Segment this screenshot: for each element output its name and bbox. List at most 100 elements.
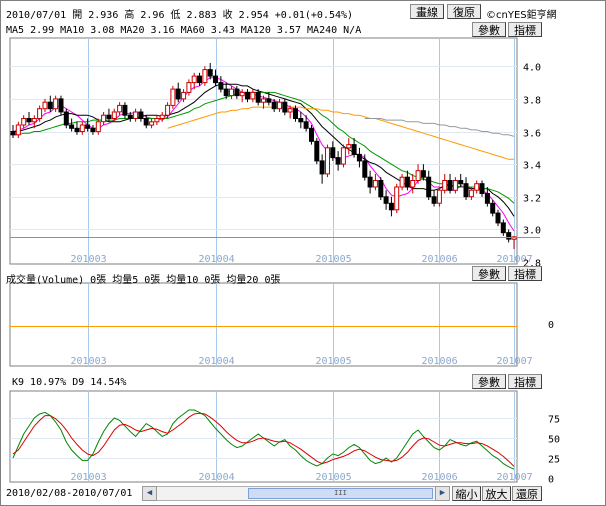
candle-body [106,114,112,119]
date-range-label: 2010/02/08-2010/07/01 [6,488,133,499]
x-tick-label: 201005 [316,254,352,265]
candle-body [101,114,107,123]
candle-body [207,69,213,77]
candle-body [175,88,181,100]
scroll-thumb[interactable]: III [248,488,433,499]
chart-canvas: 201003 201004 201005 201006 201007 201003 2010… [9,37,560,486]
candle-body [367,176,373,188]
candle-body [47,101,53,110]
price-ytick-label: 3.2 [523,194,541,205]
candle-body [394,186,400,211]
candle-body [282,101,288,113]
candle-body [69,124,75,129]
candle-body [37,108,43,119]
candle-body [245,91,250,100]
candle-body [404,176,410,188]
kd-panel-border [9,390,518,483]
x-tick-label: 201006 [422,472,458,483]
copyright-text: ©cnYES鉅亨網 [486,10,557,21]
candle-body [431,196,437,204]
x-tick-label: 201007 [497,356,533,367]
candle-body [255,91,261,103]
candle-body [420,170,426,178]
candle-body [85,124,91,129]
volume-header: 成交量(Volume) 0張 均量5 0張 均量10 0張 均量20 0張 [6,275,281,286]
draw-line-button[interactable]: 畫線 [410,4,444,19]
candle-body [149,121,155,126]
candle-body [410,180,416,188]
price-indicator-button[interactable]: 指標 [508,22,542,37]
candle-body [186,82,192,93]
candle-body [133,111,139,119]
candle-body [15,124,21,136]
candle-body [500,222,506,234]
scroll-right-arrow-icon[interactable]: ▶ [435,486,450,501]
ma-header: MA5 2.99 MA10 3.08 MA20 3.16 MA60 3.43 M… [6,25,362,36]
kd-params-button[interactable]: 參數 [472,374,506,389]
reset-button[interactable]: 復原 [447,4,481,19]
kd-ytick-label: 25 [548,455,560,466]
candle-body [271,101,277,110]
candle-body [218,82,224,90]
candle-body [458,180,464,185]
candle-body [111,111,117,119]
price-panel-border [9,37,518,265]
x-tick-label: 201006 [422,356,458,367]
candle-body [165,104,171,116]
volume-ytick: 0 [548,320,555,331]
scroll-left-arrow-icon[interactable]: ◀ [142,486,157,501]
price-ytick-label: 3.4 [523,161,541,172]
x-tick-label: 201005 [316,356,352,367]
kd-header: K9 10.97% D9 14.54% [12,377,127,388]
candle-body [127,114,133,119]
volume-params-button[interactable]: 參數 [472,266,506,281]
candle-body [330,147,336,159]
candle-body [484,193,490,204]
kd-ytick-label: 50 [548,435,560,446]
candle-body [122,104,128,116]
candle-body [21,118,27,126]
candle-body [223,88,229,97]
candle-body [346,144,352,149]
candle-body [474,183,480,191]
candle-body [287,108,293,113]
price-ytick-label: 4.0 [523,63,541,74]
candle-body [277,101,282,110]
candle-body [362,160,368,178]
x-tick-label: 201004 [199,356,235,367]
candle-body [138,111,144,119]
candle-body [319,160,325,175]
zoom-out-button[interactable]: 縮小 [452,486,481,501]
x-tick-label: 201007 [497,472,533,483]
price-params-button[interactable]: 參數 [472,22,506,37]
zoom-in-button[interactable]: 放大 [482,486,511,501]
candle-body [159,114,165,119]
candle-body [229,88,234,97]
candle-body [63,111,69,126]
candle-body [154,118,160,123]
x-tick-label: 201003 [71,254,107,265]
restore-button[interactable]: 還原 [512,486,542,501]
x-tick-label: 201003 [71,356,107,367]
candle-body [314,140,320,162]
candle-body [191,75,197,84]
candle-body [378,180,384,198]
volume-indicator-button[interactable]: 指標 [508,266,542,281]
candle-body [42,101,48,110]
candle-body [250,91,256,100]
candle-body [234,88,240,97]
candle-body [490,202,496,214]
candle-body [181,91,187,100]
candle-body [213,75,218,84]
volume-panel-border [9,282,518,367]
kd-indicator-button[interactable]: 指標 [508,374,542,389]
candle-body [197,75,202,84]
candle-body [415,170,421,181]
candle-body [351,144,357,155]
kd-ytick-label: 75 [548,415,560,426]
price-ytick-label: 3.6 [523,129,541,140]
candle-body [31,118,37,123]
quote-header: 2010/07/01 開 2.936 高 2.96 低 2.883 收 2.95… [6,10,354,21]
candle-body [340,147,346,165]
candle-body [293,108,298,119]
